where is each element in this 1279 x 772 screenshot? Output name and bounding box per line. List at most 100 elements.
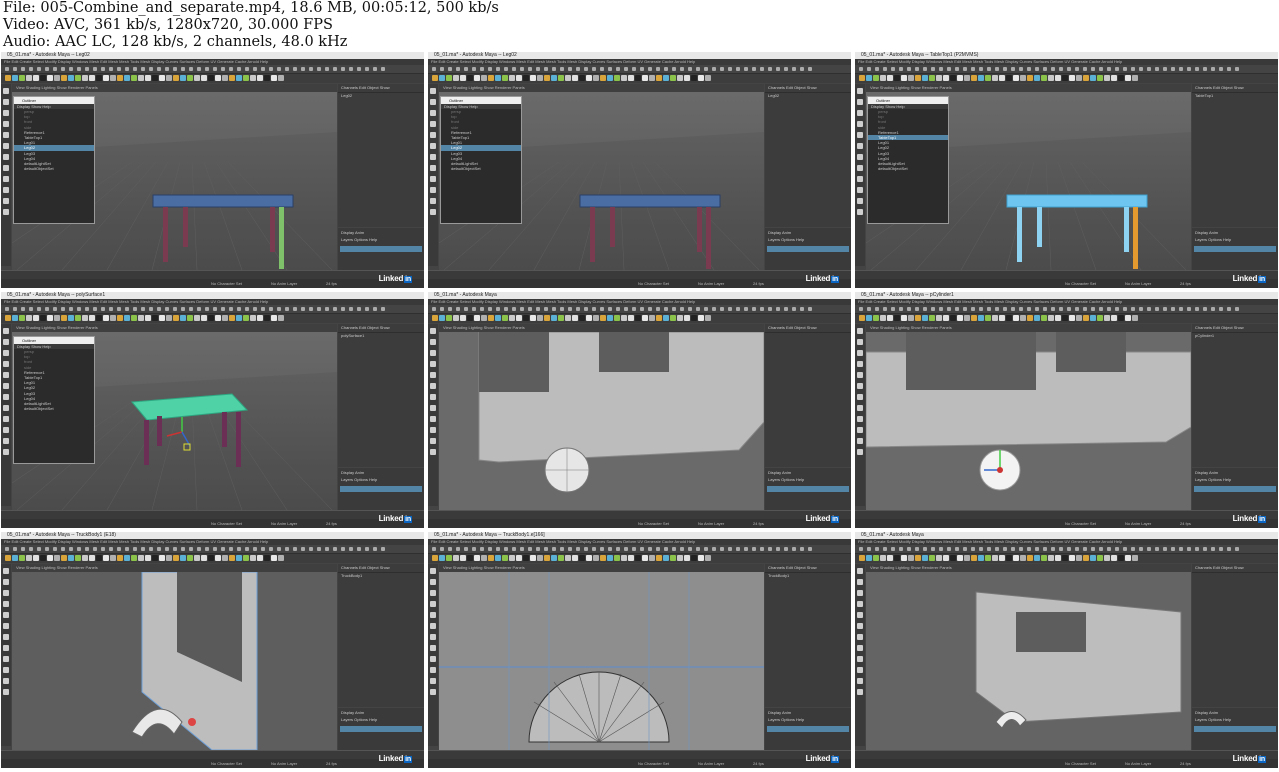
viewport-menu[interactable]: View Shading Lighting Show Renderer Pane… bbox=[439, 564, 764, 572]
viewport-menu[interactable]: View Shading Lighting Show Renderer Pane… bbox=[439, 84, 764, 92]
layer-editor[interactable]: Display Anim Layers Options Help bbox=[338, 228, 424, 270]
layer-row[interactable] bbox=[340, 486, 422, 492]
layer-row[interactable] bbox=[340, 253, 422, 259]
outliner-window[interactable]: Outliner Display Show Help persp top front… bbox=[13, 336, 95, 464]
layer-row[interactable] bbox=[767, 733, 849, 739]
viewport-menu[interactable]: View Shading Lighting Show Renderer Pane… bbox=[866, 324, 1191, 332]
range-slider[interactable]: No Character Set No Anim Layer 24 fps bbox=[855, 279, 1278, 288]
layer-row[interactable] bbox=[340, 733, 422, 739]
channel-box-menu[interactable]: Channels Edit Object Show bbox=[1192, 564, 1278, 573]
layer-row[interactable] bbox=[767, 246, 849, 252]
viewport[interactable] bbox=[439, 572, 764, 750]
layer-row[interactable] bbox=[1194, 726, 1276, 732]
status-line[interactable] bbox=[855, 305, 1278, 314]
time-slider[interactable] bbox=[855, 270, 1278, 279]
layer-editor[interactable]: Display Anim Layers Options Help bbox=[338, 468, 424, 510]
shelf[interactable] bbox=[1, 74, 424, 83]
shelf[interactable] bbox=[855, 74, 1278, 83]
display-tab[interactable]: Display Anim bbox=[1192, 228, 1278, 237]
viewport[interactable] bbox=[866, 572, 1191, 750]
channel-box[interactable]: Channels Edit Object Show bbox=[1192, 564, 1278, 707]
display-tab[interactable]: Display Anim bbox=[765, 468, 851, 477]
layer-row[interactable] bbox=[767, 493, 849, 499]
time-slider[interactable] bbox=[855, 750, 1278, 759]
status-line[interactable] bbox=[428, 305, 851, 314]
layers-menu[interactable]: Layers Options Help bbox=[338, 717, 424, 722]
layer-row[interactable] bbox=[1194, 253, 1276, 259]
display-tab[interactable]: Display Anim bbox=[338, 708, 424, 717]
layer-row[interactable] bbox=[1194, 246, 1276, 252]
time-slider[interactable] bbox=[1, 510, 424, 519]
channel-box[interactable]: Channels Edit Object Show TruckBody1 bbox=[765, 564, 851, 707]
status-line[interactable] bbox=[1, 545, 424, 554]
layer-row[interactable] bbox=[767, 726, 849, 732]
shelf[interactable] bbox=[428, 314, 851, 323]
layer-editor[interactable]: Display Anim Layers Options Help bbox=[338, 708, 424, 750]
time-slider[interactable] bbox=[428, 510, 851, 519]
time-slider[interactable] bbox=[1, 270, 424, 279]
outliner-item[interactable]: defaultObjectSet bbox=[441, 166, 521, 171]
display-tab[interactable]: Display Anim bbox=[1192, 468, 1278, 477]
shelf[interactable] bbox=[1, 554, 424, 563]
display-tab[interactable]: Display Anim bbox=[338, 228, 424, 237]
time-slider[interactable] bbox=[855, 510, 1278, 519]
outliner-window[interactable]: Outliner Display Show Help persp top front… bbox=[440, 96, 522, 224]
status-line[interactable] bbox=[428, 545, 851, 554]
layers-menu[interactable]: Layers Options Help bbox=[765, 477, 851, 482]
viewport-menu[interactable]: View Shading Lighting Show Renderer Pane… bbox=[12, 324, 337, 332]
toolbox[interactable]: M bbox=[855, 564, 865, 746]
status-line[interactable] bbox=[428, 65, 851, 74]
toolbox[interactable]: M bbox=[428, 324, 438, 506]
range-slider[interactable]: No Character Set No Anim Layer 24 fps bbox=[428, 759, 851, 768]
layers-menu[interactable]: Layers Options Help bbox=[1192, 237, 1278, 242]
toolbox[interactable]: M bbox=[855, 84, 865, 266]
display-tab[interactable]: Display Anim bbox=[338, 468, 424, 477]
channel-box-menu[interactable]: Channels Edit Object Show bbox=[765, 84, 851, 93]
layer-editor[interactable]: Display Anim Layers Options Help bbox=[1192, 708, 1278, 750]
range-slider[interactable]: No Character Set No Anim Layer 24 fps bbox=[428, 519, 851, 528]
viewport-menu[interactable]: View Shading Lighting Show Renderer Pane… bbox=[12, 564, 337, 572]
channel-box-menu[interactable]: Channels Edit Object Show bbox=[1192, 324, 1278, 333]
channel-box-menu[interactable]: Channels Edit Object Show bbox=[1192, 84, 1278, 93]
time-slider[interactable] bbox=[428, 750, 851, 759]
channel-box[interactable]: Channels Edit Object Show bbox=[765, 324, 851, 467]
channel-box-menu[interactable]: Channels Edit Object Show bbox=[338, 324, 424, 333]
channel-box[interactable]: Channels Edit Object Show Leg02 bbox=[765, 84, 851, 227]
shelf[interactable] bbox=[855, 554, 1278, 563]
range-slider[interactable]: No Character Set No Anim Layer 24 fps bbox=[1, 279, 424, 288]
toolbox[interactable]: M bbox=[1, 324, 11, 506]
layers-menu[interactable]: Layers Options Help bbox=[1192, 717, 1278, 722]
outliner-window[interactable]: Outliner Display Show Help persp top front… bbox=[13, 96, 95, 224]
viewport[interactable] bbox=[866, 332, 1191, 510]
layer-row[interactable] bbox=[1194, 493, 1276, 499]
outliner-item[interactable]: defaultObjectSet bbox=[14, 406, 94, 411]
channel-box[interactable]: Channels Edit Object Show TruckBody1 bbox=[338, 564, 424, 707]
toolbox[interactable]: M bbox=[855, 324, 865, 506]
range-slider[interactable]: No Character Set No Anim Layer 24 fps bbox=[1, 759, 424, 768]
toolbox[interactable]: M bbox=[1, 564, 11, 746]
status-line[interactable] bbox=[855, 65, 1278, 74]
shelf[interactable] bbox=[855, 314, 1278, 323]
range-slider[interactable]: No Character Set No Anim Layer 24 fps bbox=[855, 519, 1278, 528]
time-slider[interactable] bbox=[428, 270, 851, 279]
channel-box[interactable]: Channels Edit Object Show polySurface1 bbox=[338, 324, 424, 467]
toolbox[interactable]: M bbox=[428, 564, 438, 746]
layer-row[interactable] bbox=[340, 246, 422, 252]
outliner-item[interactable]: defaultObjectSet bbox=[868, 166, 948, 171]
layer-row[interactable] bbox=[1194, 733, 1276, 739]
channel-box-menu[interactable]: Channels Edit Object Show bbox=[338, 84, 424, 93]
display-tab[interactable]: Display Anim bbox=[765, 228, 851, 237]
range-slider[interactable]: No Character Set No Anim Layer 24 fps bbox=[1, 519, 424, 528]
layers-menu[interactable]: Layers Options Help bbox=[1192, 477, 1278, 482]
layers-menu[interactable]: Layers Options Help bbox=[338, 477, 424, 482]
layer-row[interactable] bbox=[767, 253, 849, 259]
channel-box-menu[interactable]: Channels Edit Object Show bbox=[338, 564, 424, 573]
outliner-window[interactable]: Outliner Display Show Help persp top front… bbox=[867, 96, 949, 224]
outliner-item[interactable]: defaultObjectSet bbox=[14, 166, 94, 171]
toolbox[interactable]: M bbox=[1, 84, 11, 266]
layer-editor[interactable]: Display Anim Layers Options Help bbox=[1192, 228, 1278, 270]
layer-row[interactable] bbox=[767, 486, 849, 492]
time-slider[interactable] bbox=[1, 750, 424, 759]
layers-menu[interactable]: Layers Options Help bbox=[765, 237, 851, 242]
channel-box[interactable]: Channels Edit Object Show TableTop1 bbox=[1192, 84, 1278, 227]
